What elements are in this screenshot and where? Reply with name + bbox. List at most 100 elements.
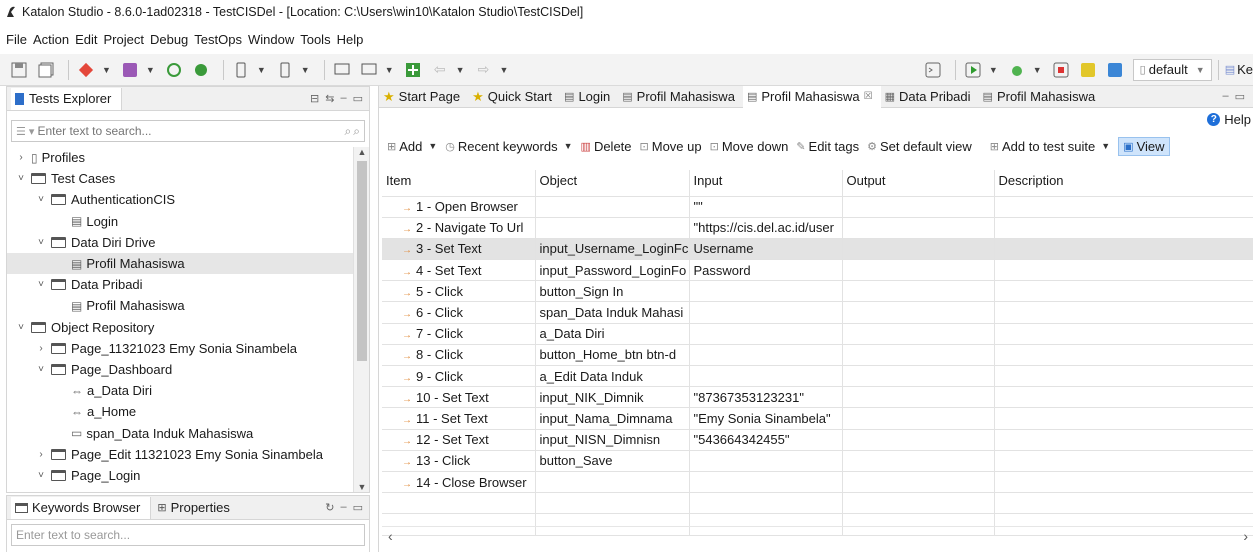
- maximize-icon[interactable]: ▭: [353, 501, 363, 514]
- cell-object[interactable]: input_NISN_Dimnisn: [535, 429, 690, 451]
- cell-item[interactable]: → 12 - Set Text: [382, 429, 536, 451]
- cell-input[interactable]: [689, 471, 843, 494]
- cell-input[interactable]: Password: [689, 259, 843, 282]
- menu-help[interactable]: Help: [337, 32, 364, 47]
- cell-description[interactable]: [994, 196, 1253, 218]
- cell-input[interactable]: [689, 344, 843, 367]
- add-to-test-suite-button[interactable]: ⊞ Add to test suite ▼: [990, 139, 1110, 154]
- cell-input[interactable]: [689, 280, 843, 303]
- cell-output[interactable]: [842, 450, 995, 472]
- tests-explorer-search-input[interactable]: [37, 124, 345, 138]
- cell-object[interactable]: button_Save: [535, 450, 690, 472]
- tree-item[interactable]: ⇔ a_Data Diri: [7, 380, 353, 401]
- delete-button[interactable]: ▥ Delete: [581, 139, 632, 154]
- cell-description[interactable]: [994, 259, 1253, 282]
- recent-keywords-button[interactable]: ◷ Recent keywords ▼: [445, 139, 572, 154]
- tree-item[interactable]: ▤ Profil Mahasiswa: [7, 295, 353, 316]
- cell-item[interactable]: → 8 - Click: [382, 344, 536, 367]
- record-web-icon[interactable]: [163, 59, 185, 81]
- filter-icon[interactable]: ☰ ▾: [16, 125, 34, 138]
- table-row[interactable]: → 9 - Click a_Edit Data Induk: [382, 365, 1253, 388]
- table-row[interactable]: → 8 - Click button_Home_btn btn-d: [382, 344, 1253, 367]
- cell-description[interactable]: [994, 323, 1253, 345]
- cell-item[interactable]: → 10 - Set Text: [382, 386, 536, 409]
- table-row[interactable]: → 14 - Close Browser: [382, 471, 1253, 494]
- cell-description[interactable]: [994, 386, 1253, 409]
- chevron-down-icon[interactable]: ▼: [428, 141, 437, 151]
- spy-web-icon[interactable]: [190, 59, 212, 81]
- cell-object[interactable]: span_Data Induk Mahasi: [535, 301, 690, 324]
- table-row[interactable]: → 7 - Click a_Data Diri: [382, 323, 1253, 345]
- cell-description[interactable]: [994, 344, 1253, 367]
- tree-item[interactable]: ▤ Profil Mahasiswa: [7, 252, 353, 275]
- chevron-right-icon[interactable]: ›: [35, 449, 47, 460]
- menu-action[interactable]: Action: [33, 32, 69, 47]
- column-header-description[interactable]: Description: [994, 170, 1253, 197]
- tree-item[interactable]: ˅ AuthenticationCIS: [7, 189, 353, 210]
- cell-description[interactable]: [994, 407, 1253, 430]
- table-row[interactable]: [382, 492, 1253, 515]
- table-row[interactable]: → 11 - Set Text input_Nama_Dimnama "Emy Son…: [382, 407, 1253, 430]
- cell-object[interactable]: [535, 492, 690, 515]
- cell-object[interactable]: button_Home_btn btn-d: [535, 344, 690, 367]
- cell-item[interactable]: → 5 - Click: [382, 280, 536, 303]
- set-default-view-button[interactable]: ⚙ Set default view: [867, 139, 972, 154]
- chevron-down-icon[interactable]: ˅: [35, 470, 47, 481]
- forward-icon[interactable]: ⇨: [473, 59, 495, 81]
- view-button[interactable]: ▣ View: [1118, 136, 1170, 156]
- cell-item[interactable]: → 14 - Close Browser: [382, 471, 536, 494]
- cell-description[interactable]: [994, 450, 1253, 472]
- table-row[interactable]: → 5 - Click button_Sign In: [382, 280, 1253, 303]
- chevron-down-icon[interactable]: ˅: [35, 237, 47, 248]
- cell-object[interactable]: a_Data Diri: [535, 323, 690, 345]
- cell-output[interactable]: [842, 217, 995, 239]
- tab-tests-explorer[interactable]: Tests Explorer: [11, 87, 123, 110]
- cell-input[interactable]: Username: [689, 238, 843, 261]
- cell-object[interactable]: input_Password_LoginFo: [535, 259, 690, 282]
- cell-description[interactable]: [994, 492, 1253, 515]
- cell-item[interactable]: → 3 - Set Text: [382, 238, 536, 261]
- refresh-icon[interactable]: ↻: [325, 501, 334, 514]
- tree-item[interactable]: › ▯ Profiles: [7, 147, 353, 168]
- chevron-right-icon[interactable]: ›: [35, 343, 47, 354]
- link-editor-icon[interactable]: ⇆: [325, 92, 334, 105]
- chevron-down-icon[interactable]: ▼: [102, 65, 111, 75]
- menu-debug[interactable]: Debug: [150, 32, 188, 47]
- chevron-down-icon[interactable]: ▼: [456, 65, 465, 75]
- add-button[interactable]: ⊞ Add ▼: [387, 139, 437, 154]
- chevron-down-icon[interactable]: ▼: [385, 65, 394, 75]
- cell-object[interactable]: input_Nama_Dimnama: [535, 407, 690, 430]
- tree-item[interactable]: ˅ Data Pribadi: [7, 274, 353, 295]
- scroll-left-icon[interactable]: ‹: [388, 528, 393, 544]
- scroll-right-icon[interactable]: ›: [1243, 528, 1248, 544]
- debug-icon[interactable]: [1006, 59, 1028, 81]
- cell-item[interactable]: → 7 - Click: [382, 323, 536, 345]
- cell-description[interactable]: [994, 429, 1253, 451]
- cell-output[interactable]: [842, 259, 995, 282]
- cell-object[interactable]: [535, 217, 690, 239]
- windows-spy-icon[interactable]: [358, 59, 380, 81]
- column-header-output[interactable]: Output: [842, 170, 995, 197]
- chevron-down-icon[interactable]: ▼: [989, 65, 998, 75]
- cell-output[interactable]: [842, 429, 995, 451]
- editor-tab[interactable]: ★ Quick Start: [468, 86, 560, 108]
- chevron-down-icon[interactable]: ▼: [564, 141, 573, 151]
- chevron-down-icon[interactable]: ˅: [35, 364, 47, 375]
- cell-input[interactable]: "": [689, 196, 843, 218]
- cell-item[interactable]: → 11 - Set Text: [382, 407, 536, 430]
- windows-record-icon[interactable]: [331, 59, 353, 81]
- cell-item[interactable]: [382, 492, 536, 515]
- chevron-down-icon[interactable]: ▼: [257, 65, 266, 75]
- stop-icon[interactable]: [1050, 59, 1072, 81]
- mobile-spy-icon[interactable]: [274, 59, 296, 81]
- advanced-search-icon[interactable]: ⌕: [353, 124, 360, 139]
- keyword-toolbar-button[interactable]: ▤ Ke: [1225, 62, 1253, 77]
- tree-item[interactable]: › Page_11321023 Emy Sonia Sinambela: [7, 338, 353, 359]
- table-row[interactable]: → 6 - Click span_Data Induk Mahasi: [382, 301, 1253, 324]
- cell-object[interactable]: input_NIK_Dimnik: [535, 386, 690, 409]
- tree-item[interactable]: ˅ Data Diri Drive: [7, 232, 353, 253]
- cell-output[interactable]: [842, 301, 995, 324]
- tree-item[interactable]: ˅ Page_Dashboard: [7, 359, 353, 380]
- cell-description[interactable]: [994, 217, 1253, 239]
- cell-input[interactable]: [689, 323, 843, 345]
